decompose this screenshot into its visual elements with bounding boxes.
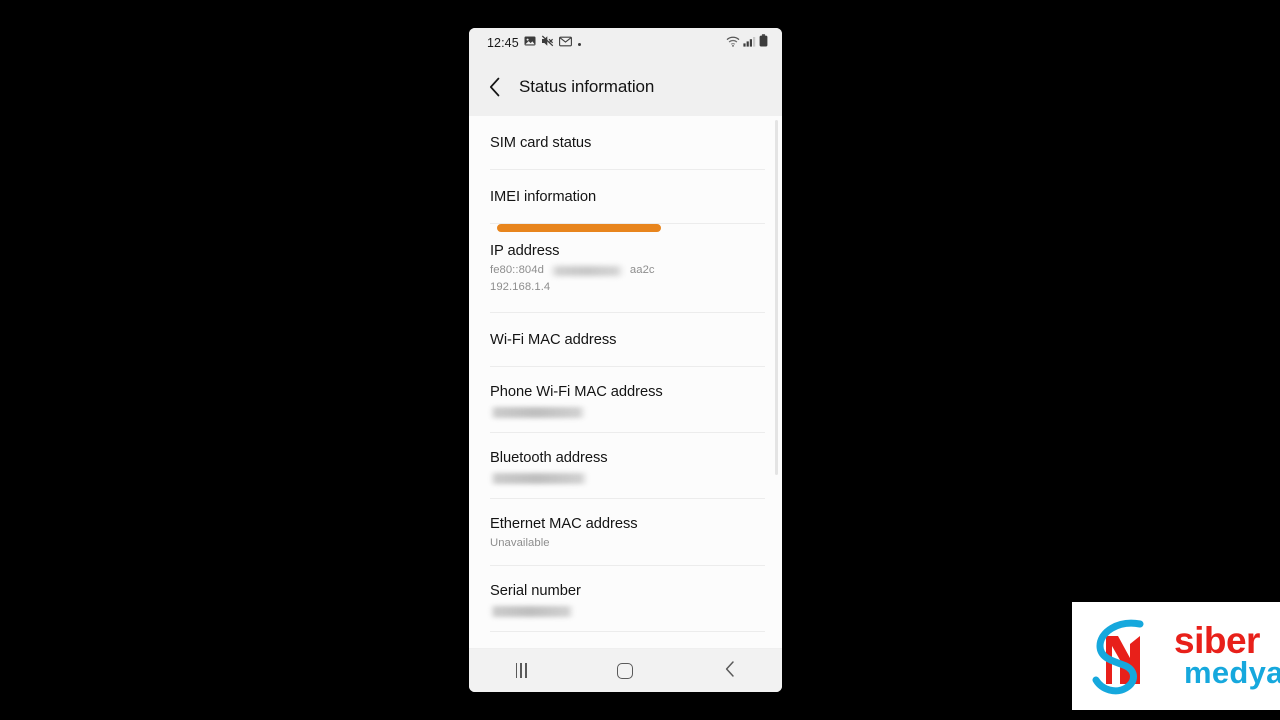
watermark: siber medya [1072,602,1280,710]
list-item-title: SIM card status [490,135,592,151]
status-bar-left: 12:45 [487,34,726,52]
navigation-bar [469,648,782,692]
list-item-phone-wifi-mac-address[interactable]: Phone Wi-Fi MAC address [490,367,765,433]
list-item-serial-number[interactable]: Serial number [490,566,765,632]
list-item-title: Bluetooth address [490,450,608,466]
battery-icon [759,34,768,52]
list-item-bluetooth-address[interactable]: Bluetooth address [490,433,765,499]
list-item-title: Up time [490,647,765,648]
page-title: Status information [519,77,655,96]
nav-home-button[interactable] [596,652,654,690]
watermark-word-medya: medya [1184,655,1280,691]
recents-icon [515,663,527,678]
ipv6-redacted-chunk [549,265,624,276]
back-arrow-icon[interactable] [487,72,513,102]
list-scrollbar[interactable] [775,120,778,475]
gmail-icon [558,34,572,52]
mute-icon [541,34,554,52]
chevron-left-icon [723,660,737,681]
list-item-title: Phone Wi-Fi MAC address [490,384,663,400]
list-item-wifi-mac-address[interactable]: Wi-Fi MAC address [490,313,765,367]
list-item-imei-information[interactable]: IMEI information [490,170,765,224]
list-item-title: Serial number [490,583,581,599]
list-item-up-time[interactable]: Up time 50:57:08 [490,632,765,648]
ip-address-ipv6-value: fe80::804d aa2c [490,263,765,278]
ipv6-suffix: aa2c [629,264,655,276]
redacted-value [490,473,588,484]
status-info-list-inner: SIM card status IMEI information IP addr… [469,116,782,648]
dot-icon [577,34,582,52]
ip-address-highlight-box [497,224,661,232]
nav-back-button[interactable] [701,652,759,690]
list-item-subtitle: Unavailable [490,537,550,549]
home-icon [617,662,634,679]
list-item-ip-address[interactable]: IP address fe80::804d aa2c 192.168.1.4 [490,224,765,313]
list-item-title: Wi-Fi MAC address [490,332,617,348]
list-item-title: IMEI information [490,189,597,205]
list-item-title: Ethernet MAC address [490,516,638,532]
redacted-value [490,606,574,617]
watermark-text: siber medya [1174,620,1280,691]
ipv6-prefix: fe80::804d [490,264,544,276]
list-item-title: IP address [490,243,560,259]
wifi-icon [726,34,740,52]
ip-address-ipv4-value: 192.168.1.4 [490,281,551,293]
status-bar: 12:45 [469,28,782,58]
sibermedya-logo-icon [1078,606,1170,707]
screenshot-canvas: 12:45 Status information SIM card status… [0,0,1280,720]
list-item-ethernet-mac-address[interactable]: Ethernet MAC address Unavailable [490,499,765,566]
status-bar-clock: 12:45 [487,35,519,50]
status-info-list[interactable]: SIM card status IMEI information IP addr… [469,116,782,648]
signal-icon [743,34,756,52]
watermark-word-siber: siber [1174,620,1260,662]
redacted-value [490,407,586,418]
phone-screen: 12:45 Status information SIM card status… [469,28,782,692]
status-bar-right [726,34,768,52]
nav-recents-button[interactable] [492,652,550,690]
app-bar: Status information [469,58,782,116]
list-item-sim-card-status[interactable]: SIM card status [490,116,765,170]
photo-icon [524,34,536,52]
